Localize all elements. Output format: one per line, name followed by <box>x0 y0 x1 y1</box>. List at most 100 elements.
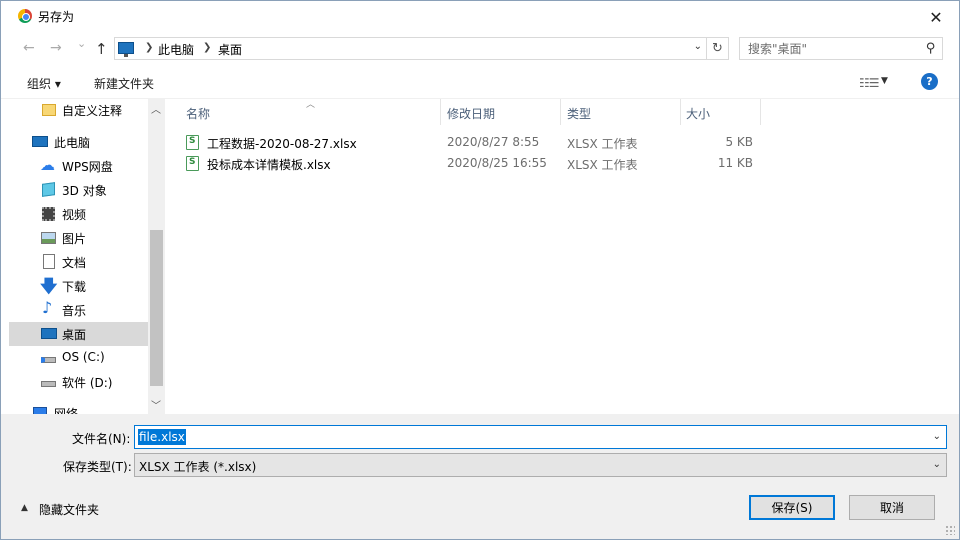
file-list: 名称 ︿ 修改日期 类型 大小 工程数据-2020-08-27.xlsx 202… <box>165 99 951 414</box>
file-name: 工程数据-2020-08-27.xlsx <box>207 137 357 151</box>
folder-icon <box>42 104 56 116</box>
address-bar[interactable]: ❯ 此电脑 ❯ 桌面 ⌄ <box>114 37 707 60</box>
breadcrumb-separator-icon[interactable]: ❯ <box>203 42 211 53</box>
sidebar-item-label: 网络 <box>54 407 79 414</box>
resize-grip[interactable] <box>945 525 955 535</box>
scrollbar-thumb[interactable] <box>150 230 163 386</box>
sidebar-item-drive-c[interactable]: OS (C:) <box>9 346 148 370</box>
search-icon[interactable]: ⚲ <box>926 41 936 56</box>
chevron-down-icon[interactable]: ﹀ <box>151 397 161 412</box>
filetype-select[interactable]: XLSX 工作表 (*.xlsx) ⌄ <box>134 453 947 477</box>
column-header-size[interactable]: 大小 <box>686 99 710 125</box>
sidebar-item-label: 文档 <box>62 256 87 270</box>
drive-d-icon <box>41 381 56 387</box>
file-size: 5 KB <box>725 135 753 149</box>
title-bar: 另存为 ✕ <box>1 1 959 32</box>
sidebar-item-desktop[interactable]: 桌面 <box>9 322 148 346</box>
sidebar-item-downloads[interactable]: 🡇 下载 <box>9 274 148 298</box>
computer-icon <box>118 42 134 57</box>
view-options-icon[interactable]: ☷☰ <box>859 76 879 90</box>
sidebar-item-label: 自定义注释 <box>62 104 123 118</box>
3d-objects-icon <box>42 182 55 197</box>
recent-locations-button[interactable]: ⌄ <box>77 37 86 50</box>
breadcrumb-this-pc[interactable]: 此电脑 <box>158 41 194 58</box>
back-button[interactable]: ← <box>23 40 35 56</box>
filetype-label: 保存类型(T): <box>63 460 132 474</box>
download-icon: 🡇 <box>40 277 58 297</box>
sidebar-item-wps-cloud[interactable]: ☁ WPS网盘 <box>9 154 148 178</box>
xlsx-file-icon <box>186 135 199 150</box>
chevron-up-icon[interactable]: ︿ <box>151 101 161 116</box>
filename-label: 文件名(N): <box>72 432 131 446</box>
sidebar-item-pictures[interactable]: 图片 <box>9 226 148 250</box>
up-button[interactable]: ↑ <box>95 40 108 58</box>
refresh-button[interactable]: ↻ <box>707 37 729 60</box>
sidebar-item-label: OS (C:) <box>62 350 105 364</box>
network-icon <box>33 407 47 414</box>
column-divider[interactable] <box>680 99 681 125</box>
file-type: XLSX 工作表 <box>567 137 638 151</box>
sidebar-item-label: 音乐 <box>62 304 87 318</box>
cloud-icon: ☁ <box>40 156 55 174</box>
cancel-button[interactable]: 取消 <box>849 495 935 520</box>
sidebar-item-music[interactable]: ♪ 音乐 <box>9 298 148 322</box>
file-size: 11 KB <box>717 156 753 170</box>
sidebar-item-this-pc[interactable]: 此电脑 <box>9 130 148 154</box>
column-header-date[interactable]: 修改日期 <box>447 99 495 125</box>
file-row[interactable]: 工程数据-2020-08-27.xlsx 2020/8/27 8:55 XLSX… <box>165 132 765 154</box>
help-button[interactable]: ? <box>921 73 938 90</box>
chevron-down-icon[interactable]: ⌄ <box>694 41 702 52</box>
sort-ascending-icon: ︿ <box>306 100 316 110</box>
save-options-panel: 文件名(N): file.xlsx ⌄ 保存类型(T): XLSX 工作表 (*… <box>1 414 959 539</box>
music-icon: ♪ <box>42 298 53 317</box>
navigation-bar: ← → ⌄ ↑ ❯ 此电脑 ❯ 桌面 ⌄ ↻ ⚲ <box>1 32 959 64</box>
breadcrumb-desktop[interactable]: 桌面 <box>218 41 242 58</box>
sidebar-item-documents[interactable]: 文档 <box>9 250 148 274</box>
column-header-type[interactable]: 类型 <box>567 99 591 125</box>
new-folder-button[interactable]: 新建文件夹 <box>94 75 154 92</box>
computer-icon <box>32 136 48 147</box>
sidebar-item-custom-notes[interactable]: 自定义注释 <box>9 99 148 122</box>
chevron-down-icon[interactable]: ▼ <box>881 76 888 86</box>
navigation-pane: 自定义注释 此电脑 ☁ WPS网盘 3D 对象 视频 图片 文档 🡇 下载 ♪ … <box>9 99 165 414</box>
chevron-down-icon[interactable]: ⌄ <box>933 431 941 442</box>
close-button[interactable]: ✕ <box>921 4 951 30</box>
dialog-title: 另存为 <box>38 10 75 24</box>
column-divider[interactable] <box>760 99 761 125</box>
organize-button[interactable]: 组织 ▾ <box>27 75 61 92</box>
drive-c-icon <box>41 357 56 363</box>
sidebar-item-label: 视频 <box>62 208 87 222</box>
desktop-icon <box>41 328 57 339</box>
sidebar-item-label: 软件 (D:) <box>62 376 113 390</box>
column-divider[interactable] <box>560 99 561 125</box>
sidebar-item-label: 桌面 <box>62 328 87 342</box>
xlsx-file-icon <box>186 156 199 171</box>
file-type: XLSX 工作表 <box>567 158 638 172</box>
sidebar-scrollbar[interactable]: ︿ ﹀ <box>148 99 165 414</box>
sidebar-item-network[interactable]: 网络 <box>9 401 148 414</box>
sidebar-item-drive-d[interactable]: 软件 (D:) <box>9 370 148 394</box>
forward-button[interactable]: → <box>50 40 62 56</box>
command-bar: 组织 ▾ 新建文件夹 ☷☰ ▼ ? <box>1 64 959 99</box>
save-as-dialog: 另存为 ✕ ← → ⌄ ↑ ❯ 此电脑 ❯ 桌面 ⌄ ↻ ⚲ 组织 ▾ 新建文件… <box>0 0 960 540</box>
sidebar-item-label: 此电脑 <box>54 136 91 150</box>
save-button[interactable]: 保存(S) <box>749 495 835 520</box>
refresh-icon: ↻ <box>712 41 723 56</box>
column-divider[interactable] <box>440 99 441 125</box>
search-input[interactable] <box>740 38 910 59</box>
column-header-name[interactable]: 名称 <box>186 99 210 125</box>
search-box[interactable]: ⚲ <box>739 37 943 60</box>
sidebar-item-videos[interactable]: 视频 <box>9 202 148 226</box>
video-icon <box>42 207 55 221</box>
filename-input[interactable]: file.xlsx ⌄ <box>134 425 947 449</box>
sidebar-item-label: 图片 <box>62 232 87 246</box>
sidebar-item-label: 3D 对象 <box>62 184 107 198</box>
filename-value[interactable]: file.xlsx <box>138 429 186 445</box>
breadcrumb-separator-icon[interactable]: ❯ <box>145 42 153 53</box>
sidebar-item-3d-objects[interactable]: 3D 对象 <box>9 178 148 202</box>
chevron-up-icon: ▲ <box>21 503 28 513</box>
file-date: 2020/8/27 8:55 <box>447 135 540 149</box>
file-row[interactable]: 投标成本详情模板.xlsx 2020/8/25 16:55 XLSX 工作表 1… <box>165 153 765 175</box>
chevron-down-icon[interactable]: ⌄ <box>933 459 941 470</box>
file-date: 2020/8/25 16:55 <box>447 156 547 170</box>
